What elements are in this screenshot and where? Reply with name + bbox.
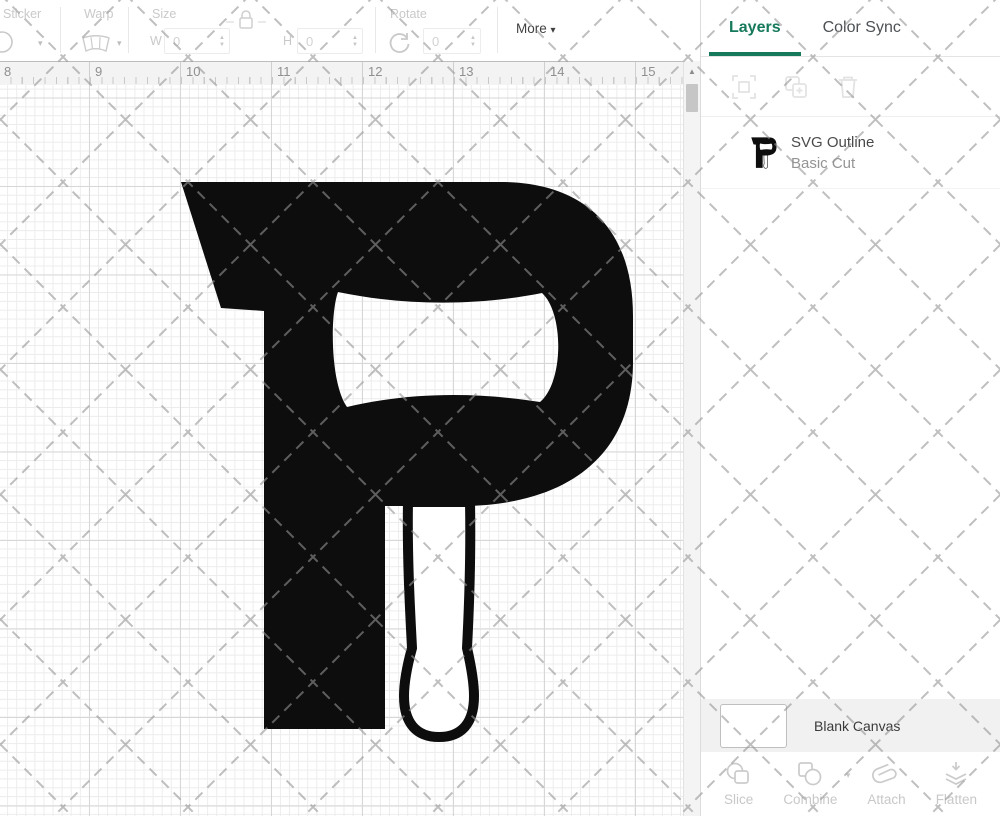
ruler-number: 9 [95,64,102,79]
design-canvas[interactable] [0,85,683,816]
select-all-icon[interactable] [731,74,757,100]
toolbar-divider [497,7,498,53]
ruler-cell: 12 [362,62,453,85]
ruler-number: 10 [186,64,200,79]
more-caret-icon: ▾ [551,25,556,36]
height-input[interactable]: 0 ▲▼ [297,28,363,54]
ruler-number: 15 [641,64,655,79]
width-input[interactable]: 0 ▲▼ [164,28,230,54]
rotate-label: Rotate [390,7,427,21]
horizontal-ruler: 8 9 10 11 12 13 14 15 [0,61,683,85]
warp-dropdown-caret[interactable]: ▾ [117,38,122,49]
rotate-stepper[interactable]: ▲▼ [466,35,480,48]
ruler-cell: 14 [544,62,635,85]
toolbar-divider [128,7,129,53]
duplicate-icon[interactable] [783,74,809,100]
ruler-number: 11 [277,64,291,79]
flatten-icon [942,761,970,787]
ruler-number: 12 [368,64,382,79]
ruler-cell: 10 [180,62,271,85]
combine-label: Combine [783,792,837,807]
sticker-label: Sticker [3,7,41,21]
ruler-cell: 8 [0,62,89,85]
warp-icon[interactable] [80,33,112,55]
tab-color-sync[interactable]: Color Sync [823,19,901,37]
layer-item[interactable]: SVG Outline Basic Cut [701,117,1000,189]
rotate-input[interactable]: 0 ▲▼ [423,28,481,54]
ruler-number: 14 [550,64,564,79]
rotate-icon[interactable] [387,30,413,56]
top-toolbar: Sticker ▾ Warp ▾ Size W 0 ▲▼ H 0 ▲▼ [0,0,700,61]
flatten-label: Flatten [936,792,977,807]
warp-label: Warp [84,7,113,21]
app-window: Sticker ▾ Warp ▾ Size W 0 ▲▼ H 0 ▲▼ [0,0,1000,816]
toolbar-divider [60,7,61,53]
blank-canvas-row[interactable]: Blank Canvas [701,699,1000,752]
height-stepper[interactable]: ▲▼ [348,35,362,48]
combine-button[interactable]: ▾ Combine [783,761,837,807]
more-label: More [516,21,547,36]
ruler-cell: 11 [271,62,362,85]
ruler-number: 8 [4,64,11,79]
attach-label: Attach [867,792,905,807]
blank-canvas-label: Blank Canvas [814,718,900,734]
width-label: W [150,34,162,48]
size-label: Size [152,7,176,21]
ruler-cell: 13 [453,62,544,85]
panel-tabbar: Layers Color Sync [701,0,1000,57]
slice-button[interactable]: Slice [724,761,753,807]
height-label: H [283,34,292,48]
width-value: 0 [165,34,215,49]
slice-icon [725,761,753,787]
sticker-dropdown-caret[interactable]: ▾ [38,38,43,49]
more-button[interactable]: More ▾ [516,21,556,36]
canvas-color-swatch[interactable] [720,704,787,748]
layer-thumbnail [751,136,777,170]
layer-cut-type: Basic Cut [791,155,874,172]
active-tab-underline [709,52,801,56]
layer-tools-row [701,57,1000,117]
combine-icon [796,761,824,787]
layer-title: SVG Outline [791,134,874,151]
delete-icon[interactable] [835,74,861,100]
layers-panel: Layers Color Sync SVG [700,0,1000,816]
attach-button[interactable]: Attach [867,761,905,807]
attach-icon [872,761,902,787]
lock-aspect-icon[interactable] [224,7,268,31]
ruler-cell: 9 [89,62,180,85]
ruler-number: 13 [459,64,473,79]
combine-caret-icon[interactable]: ▾ [846,770,851,781]
ruler-cell: 15 [635,62,683,85]
rotate-value: 0 [424,34,466,49]
canvas-scrollbar[interactable]: ▲ [683,61,700,816]
height-value: 0 [298,34,348,49]
flatten-button[interactable]: Flatten [936,761,977,807]
toolbar-divider [375,7,376,53]
sticker-icon[interactable] [0,29,16,55]
width-stepper[interactable]: ▲▼ [215,35,229,48]
tab-layers[interactable]: Layers [729,19,781,37]
pirates-p-logo-object[interactable] [0,85,683,816]
layer-actions-bar: Slice ▾ Combine Attach [701,752,1000,816]
scroll-up-arrow-icon[interactable]: ▲ [684,67,700,76]
scrollbar-thumb[interactable] [686,84,698,112]
slice-label: Slice [724,792,753,807]
